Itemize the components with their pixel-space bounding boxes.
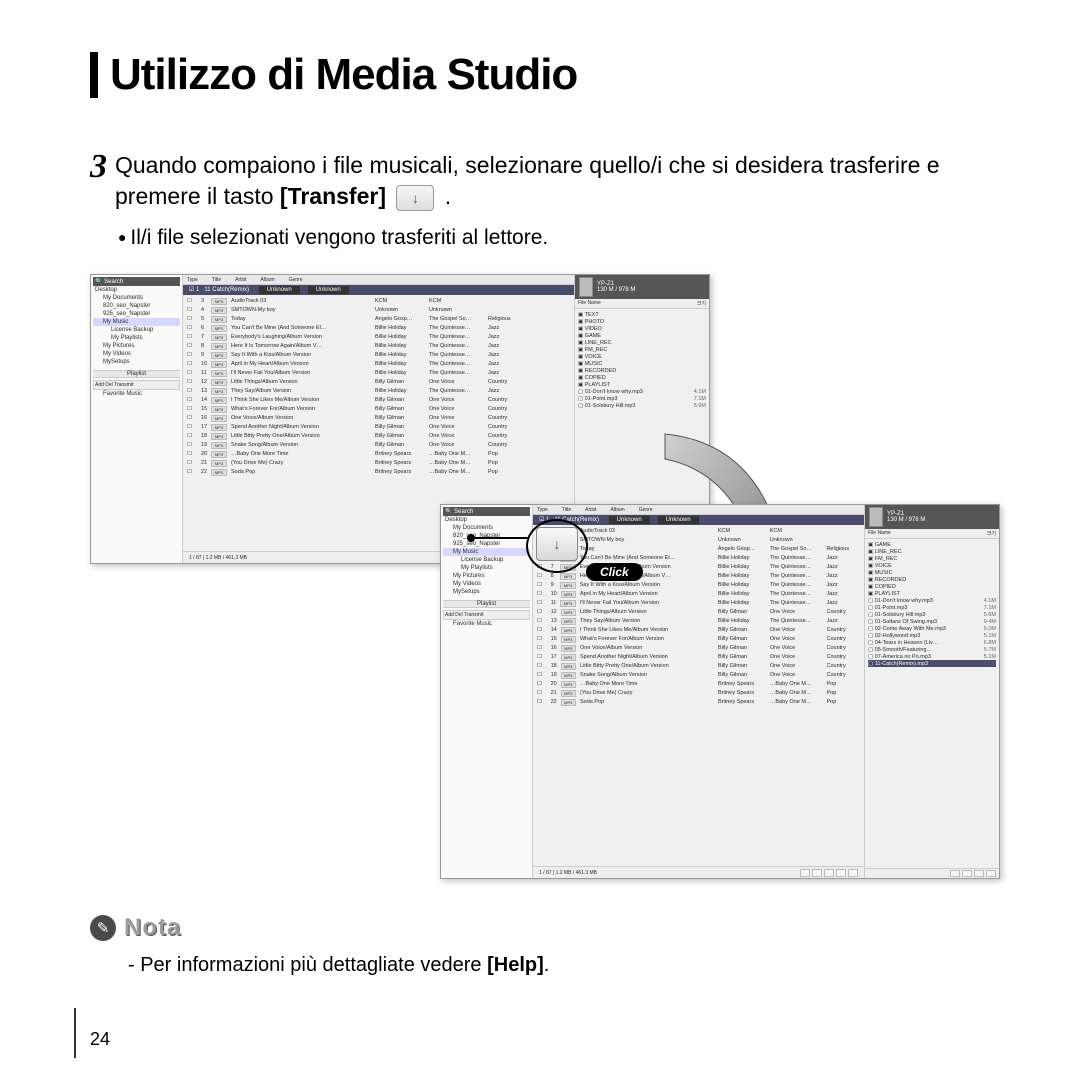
device-header: YP-Z1130 M / 978 M [575, 275, 709, 299]
step-text-part1: Quando compaiono i file musicali, selezi… [115, 152, 940, 209]
step-text-part2: . [445, 183, 451, 209]
selected-row-2[interactable]: ☑ 1 11 Catch(Remix) UnknownUnknown [533, 515, 864, 525]
track-table-2[interactable]: ☐3MP3AudioTrack 03KCMKCM☐4MP3SMTOWN-My b… [533, 525, 864, 866]
page-edge-line [74, 1008, 76, 1058]
playlist-actions[interactable]: Add Del Transmit [93, 380, 180, 390]
tree-2[interactable]: Desktop My Documents 820_seo_Napster 925… [443, 516, 530, 596]
screenshot-2: 🔍 Search Desktop My Documents 820_seo_Na… [440, 504, 1000, 879]
step-number: 3 [90, 150, 107, 184]
status-bar-2: 1 / 87 | 1.2 MB / 461.3 MB [533, 866, 864, 878]
bullet-note: Il/i file selezionati vengono trasferiti… [118, 226, 1010, 250]
page-title: Utilizzo di Media Studio [110, 50, 577, 100]
search-header-2[interactable]: 🔍 Search [443, 507, 530, 516]
page-number: 24 [90, 1029, 110, 1050]
device-folders-2[interactable]: ▣ GAME▣ LINE_REC▣ FM_REC▣ VOICE▣ MUSIC▣ … [865, 539, 999, 868]
transfer-keyword: [Transfer] [280, 183, 386, 209]
title-accent [90, 52, 98, 98]
favorite-music[interactable]: Favorite Music [93, 390, 180, 398]
note-label: Nota [124, 914, 181, 942]
sidebar: 🔍 Search Desktop My Documents 820_seo_Na… [91, 275, 183, 563]
step-3: 3 Quando compaiono i file musicali, sele… [90, 150, 1010, 212]
search-header[interactable]: 🔍 Search [93, 277, 180, 286]
page-title-bar: Utilizzo di Media Studio [90, 50, 1010, 100]
step-text: Quando compaiono i file musicali, selezi… [115, 150, 1010, 212]
note-header: ✎ Nota [90, 914, 1010, 942]
tree[interactable]: Desktop My Documents 820_seo_Napster 925… [93, 286, 180, 366]
screenshots-area: 🔍 Search Desktop My Documents 820_seo_Na… [90, 274, 1010, 884]
note-text: - Per informazioni più dettagliate veder… [128, 954, 1010, 977]
playlist-header: Playlist [93, 370, 180, 378]
column-headers-2: TypeTitleArtistAlbumGenre [533, 505, 864, 515]
device-thumb [579, 277, 593, 297]
device-panel-2: YP-Z1130 M / 978 M File Name크기 ▣ GAME▣ L… [864, 505, 999, 878]
sidebar-2: 🔍 Search Desktop My Documents 820_seo_Na… [441, 505, 533, 878]
column-headers: TypeTitleArtistAlbumGenre [183, 275, 574, 285]
pencil-icon: ✎ [90, 915, 116, 941]
transfer-button-inline[interactable]: ↓ [396, 185, 434, 211]
selected-row[interactable]: ☑ 1 11 Catch(Remix) UnknownUnknown [183, 285, 574, 295]
device-foot[interactable] [865, 868, 999, 878]
